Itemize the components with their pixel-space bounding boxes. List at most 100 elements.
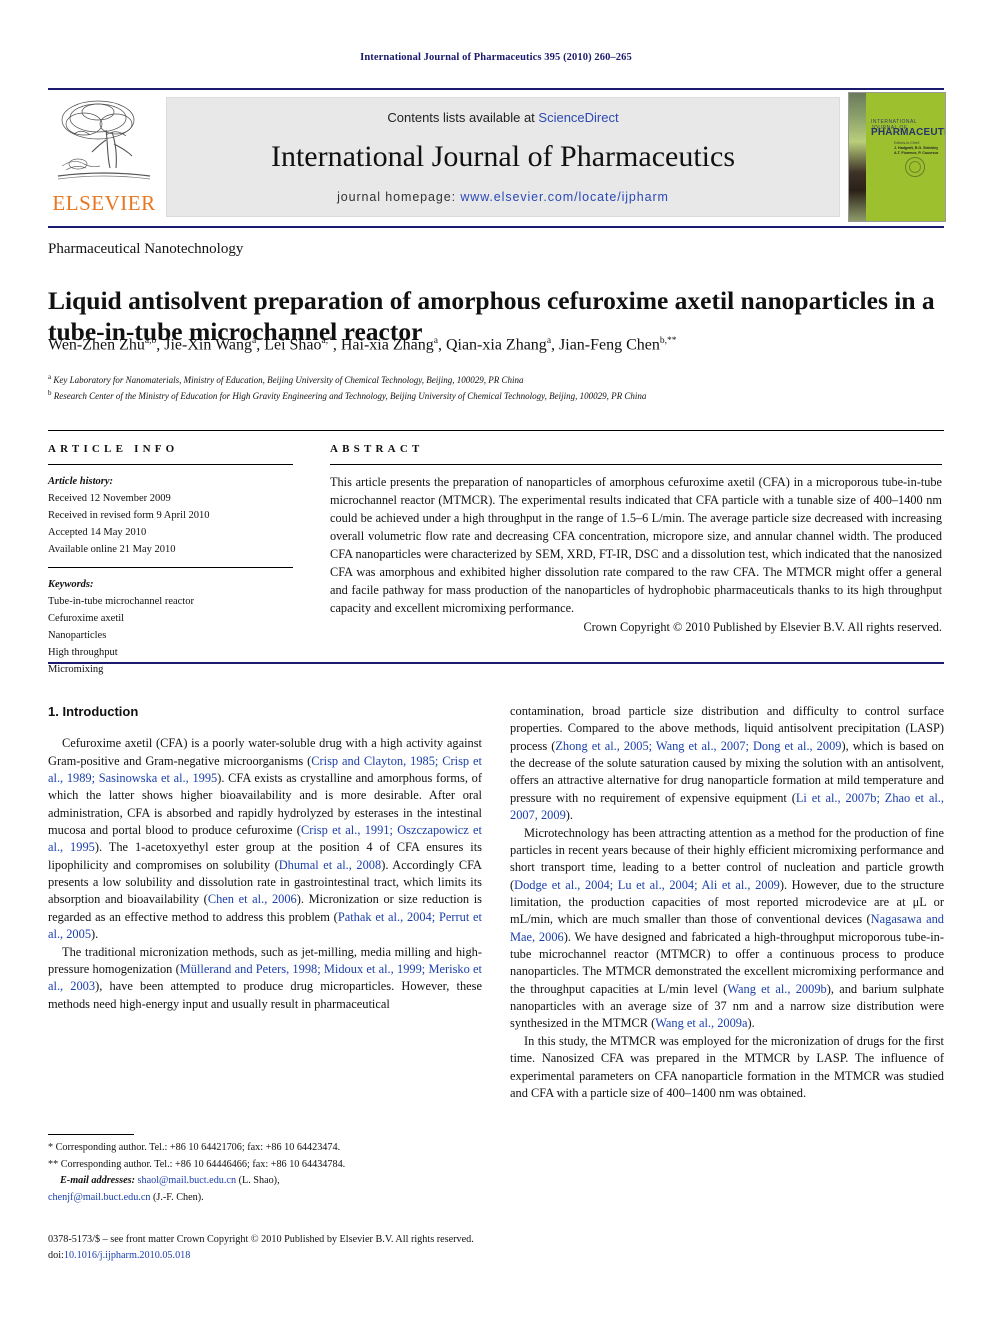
citation-link[interactable]: Wang et al., 2009a (655, 1016, 747, 1030)
citation-link[interactable]: Zhong et al., 2005; Wang et al., 2007; D… (555, 739, 841, 753)
journal-title: International Journal of Pharmaceutics (270, 140, 735, 173)
affiliation-mark: b (48, 388, 52, 397)
author-affiliation-mark: a,* (321, 336, 333, 346)
body-paragraph: In this study, the MTMCR was employed fo… (510, 1033, 944, 1100)
article-history-item: Available online 21 May 2010 (48, 544, 176, 555)
author-name: Wen-Zhen Zhu (48, 336, 145, 354)
sciencedirect-banner: Contents lists available at ScienceDirec… (166, 97, 840, 217)
doi-link[interactable]: 10.1016/j.ijpharm.2010.05.018 (64, 1250, 191, 1261)
author-name: Hai-xia Zhang (340, 336, 434, 354)
author-affiliation-mark: a (546, 336, 552, 346)
abstract-heading: ABSTRACT (330, 443, 424, 455)
author-affiliation-mark: a (251, 336, 257, 346)
journal-masthead: ELSEVIER Contents lists available at Sci… (48, 92, 946, 222)
author-list: Wen-Zhen Zhua,b, Jie-Xin Wanga, Lei Shao… (48, 336, 677, 354)
running-head: International Journal of Pharmaceutics 3… (360, 52, 632, 63)
email-addresses-label: E-mail addresses: (60, 1175, 135, 1187)
article-history-block: Article history: Received 12 November 20… (48, 473, 293, 558)
body-column-left: 1. Introduction Cefuroxime axetil (CFA) … (48, 703, 482, 1013)
panel-top-rule (48, 430, 944, 431)
abstract-copyright: Crown Copyright © 2010 Published by Else… (583, 619, 942, 634)
article-history-items: Received 12 November 2009 Received in rev… (48, 490, 293, 558)
journal-homepage-line: journal homepage: www.elsevier.com/locat… (167, 190, 839, 204)
affiliation-item: b Research Center of the Ministry of Edu… (48, 388, 647, 401)
citation-link[interactable]: Crisp and Clayton, 1985; Crisp et al., 1… (48, 754, 482, 785)
author-name: Jie-Xin Wang (164, 336, 252, 354)
keywords-divider (48, 567, 293, 568)
contents-available-line: Contents lists available at ScienceDirec… (167, 110, 839, 125)
keyword-items: Tube-in-tube microchannel reactor Cefurox… (48, 593, 293, 678)
right-paragraphs: contamination, broad particle size distr… (510, 703, 944, 1102)
keyword-item: Tube-in-tube microchannel reactor (48, 596, 194, 607)
body-paragraph: Cefuroxime axetil (CFA) is a poorly wate… (48, 736, 483, 942)
panel-bottom-rule (48, 662, 944, 664)
masthead-bottom-rule (48, 226, 944, 228)
article-history-label: Article history: (48, 476, 114, 487)
footnote-rule (48, 1134, 134, 1135)
author-name: Lei Shao (264, 336, 322, 354)
cover-line-2: PHARMACEUTICS (871, 127, 945, 138)
abstract-text: This article presents the preparation of… (330, 475, 942, 616)
email-line-1: E-mail addresses: shaol@mail.buct.edu.cn… (48, 1173, 482, 1190)
citation-link[interactable]: Chen et al., 2006 (208, 892, 297, 906)
sciencedirect-link[interactable]: ScienceDirect (538, 110, 618, 125)
author-affiliation-mark: a,b (144, 336, 157, 346)
email-link-2[interactable]: chenjf@mail.buct.edu.cn (48, 1192, 150, 1203)
affiliation-item: a Key Laboratory for Nanomaterials, Mini… (48, 373, 524, 385)
introduction-heading: 1. Introduction (48, 704, 139, 719)
citation-link[interactable]: Dhumal et al., 2008 (279, 858, 381, 872)
elsevier-logo: ELSEVIER (48, 92, 158, 220)
body-paragraph: The traditional micronization methods, s… (48, 944, 482, 1011)
imprint-line: 0378-5173/$ – see front matter Crown Cop… (48, 1234, 474, 1245)
paper-page: International Journal of Pharmaceutics 3… (0, 0, 992, 1323)
article-history-item: Received in revised form 9 April 2010 (48, 510, 210, 521)
homepage-label: journal homepage: (337, 190, 461, 204)
journal-cover-thumbnail: INTERNATIONAL JOURNAL OF PHARMACEUTICS E… (848, 92, 946, 222)
doi-label: doi: (48, 1249, 64, 1261)
email-owner-1: (L. Shao), (238, 1175, 280, 1187)
author-name: Jian-Feng Chen (559, 336, 660, 354)
article-history-item: Received 12 November 2009 (48, 493, 171, 504)
author-affiliation-mark: a (433, 336, 438, 346)
keywords-label: Keywords: (48, 579, 94, 590)
abstract-column: ABSTRACT This article presents the prepa… (330, 443, 942, 635)
keyword-item: Nanoparticles (48, 630, 107, 641)
cover-line-5: A.T. Florence, P. Couvreur (894, 151, 939, 156)
contents-prefix: Contents lists available at (387, 110, 539, 125)
author-name: Qian-xia Zhang (445, 336, 547, 354)
masthead-top-rule (48, 88, 944, 90)
body-paragraph: Microtechnology has been attracting atte… (510, 825, 944, 1031)
keyword-item: High throughput (48, 647, 118, 658)
cover-line-3: Editors-in-Chief: (894, 141, 920, 145)
email-line-2: chenjf@mail.buct.edu.cn (J.-F. Chen). (48, 1190, 482, 1207)
doi-line: doi:10.1016/j.ijpharm.2010.05.018 (48, 1248, 944, 1264)
homepage-url-link[interactable]: www.elsevier.com/locate/ijpharm (460, 190, 669, 204)
article-info-divider (48, 464, 293, 465)
affiliation-mark: a (48, 373, 52, 381)
abstract-divider (330, 464, 942, 465)
citation-link[interactable]: Wang et al., 2009b (727, 982, 826, 996)
citation-link[interactable]: Dodge et al., 2004; Lu et al., 2004; Ali… (514, 878, 780, 892)
email-owner-2: (J.-F. Chen). (153, 1191, 204, 1203)
cover-seal-icon (905, 157, 925, 177)
email-link-1[interactable]: shaol@mail.buct.edu.cn (138, 1175, 237, 1186)
citation-link[interactable]: Nagasawa and Mae, 2006 (510, 912, 944, 943)
corresponding-author-1: * Corresponding author. Tel.: +86 10 644… (48, 1142, 341, 1153)
citation-link[interactable]: Li et al., 2007b; Zhao et al., 2007, 200… (510, 791, 944, 822)
keyword-item: Cefuroxime axetil (48, 613, 125, 624)
cover-green-panel (866, 93, 945, 221)
left-paragraphs: Cefuroxime axetil (CFA) is a poorly wate… (48, 735, 482, 1013)
affiliation-list: a Key Laboratory for Nanomaterials, Mini… (48, 372, 938, 404)
citation-link[interactable]: Müllerand and Peters, 1998; Midoux et al… (48, 962, 482, 993)
footnote-block: * Corresponding author. Tel.: +86 10 644… (48, 1140, 482, 1206)
citation-link[interactable]: Crisp et al., 1991; Oszczapowicz et al.,… (48, 823, 482, 854)
citation-link[interactable]: Pathak et al., 2004; Perrut et al., 2005 (48, 910, 482, 941)
cover-editors: Editors-in-Chief: J. Hadgraft, R.G. Stri… (894, 141, 942, 157)
section-name: Pharmaceutical Nanotechnology (48, 241, 244, 257)
elsevier-tree-icon (54, 94, 154, 190)
article-info-column: ARTICLE INFO Article history: Received 1… (48, 443, 293, 678)
body-column-right: contamination, broad particle size distr… (510, 703, 944, 1102)
elsevier-wordmark: ELSEVIER (52, 191, 156, 215)
corresponding-author-2: ** Corresponding author. Tel.: +86 10 64… (48, 1158, 346, 1170)
article-history-item: Accepted 14 May 2010 (48, 527, 147, 538)
